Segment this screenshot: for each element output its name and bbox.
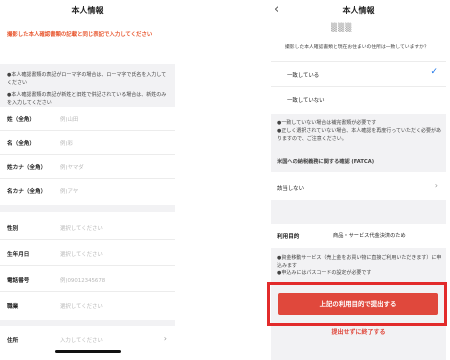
page-title: 本人情報 [342,6,375,15]
choice-label: 一致している [287,73,320,79]
fatca-heading: 米国への納税義務に関する確認 (FATCA) [277,159,375,165]
name-form-group: 姓（全角） 例)山田 名（全角） 例)彩 姓カナ（全角） 例)ヤマダ 名カナ（全… [0,107,175,205]
field-placeholder[interactable]: 例)彩 [60,139,73,147]
submit-button[interactable]: 上記の利用目的で提出する [278,293,438,315]
purpose-value: 商品・サービス代金決済のため [333,233,406,239]
field-placeholder[interactable]: 入力してください [60,336,103,344]
warning-box: 撮影した本人確認書類の記載と同じ表記で入力してください [0,22,175,64]
chevron-right-icon: › [163,334,167,343]
phone-field[interactable]: 電話番号 例)09012345678 [0,268,175,292]
right-navbar: ‹ 本人情報 [271,0,446,22]
question-text: 撮影した本人確認書類と現在お住まいの住所は一致していますか？ [285,45,429,50]
address-match-question: 撮影した本人確認書類と現在お住まいの住所は一致していますか？ 一致している ✓ … [271,36,446,114]
field-placeholder[interactable]: 例)ヤマダ [60,163,84,171]
field-label: 名カナ（全角） [7,189,47,195]
field-placeholder[interactable]: 例)山田 [60,115,78,123]
choice-label: 一致していない [287,98,325,104]
supplement-note: ●一致していない場合は補完書類が必要です ●正しく選択されていない場合、本人確認… [277,120,441,142]
checkmark-icon: ✓ [430,67,438,77]
field-label: 名（全角） [7,141,35,147]
address-field[interactable]: 住所 入力してください › [0,328,175,352]
field-placeholder[interactable]: 選択してください [60,302,103,310]
birthdate-field[interactable]: 生年月日 選択してください [0,242,175,266]
field-label: 電話番号 [7,278,30,284]
field-label: 姓（全角） [7,117,35,123]
field-placeholder[interactable]: 選択してください [60,224,103,232]
fatca-select[interactable]: 該当しない › [271,172,446,200]
masked-value: ▒▒▒ [331,23,353,32]
first-name-kana-field[interactable]: 名カナ（全角） 例)アヤ [0,179,175,203]
masked-address-row: ▒▒▒ [271,22,446,36]
field-placeholder[interactable]: 選択してください [60,250,103,258]
romaji-note: ●本人確認書類の表記がローマ字の場合は、ローマ字で氏名を入力してください [7,72,167,86]
last-name-field[interactable]: 姓（全角） 例)山田 [0,107,175,131]
left-navbar: 本人情報 [0,0,175,22]
choice-match[interactable]: 一致している ✓ [271,61,446,86]
field-label: 性別 [7,226,19,232]
fatca-value: 該当しない [277,186,304,192]
service-note: ●資金移動サービス（売上金をお買い物に直接ご利用いただきます）に申込みます ●申… [277,255,442,276]
field-placeholder[interactable]: 例)アヤ [60,187,78,195]
new-surname-note: ●本人確認書類の表記が新姓と旧姓で併記されている場合は、新姓のみを入力してくださ… [7,92,167,106]
highlight-frame: 上記の利用目的で提出する [267,282,447,326]
first-name-field[interactable]: 名（全角） 例)彩 [0,131,175,155]
page-title: 本人情報 [71,6,104,15]
field-placeholder[interactable]: 例)09012345678 [60,276,105,284]
personal-info-group: 性別 選択してください 生年月日 選択してください 電話番号 例)0901234… [0,212,175,320]
last-name-kana-field[interactable]: 姓カナ（全角） 例)ヤマダ [0,155,175,179]
field-label: 職業 [7,304,19,310]
home-indicator [55,350,121,353]
field-label: 姓カナ（全角） [7,165,47,171]
purpose-row: 利用目的 商品・サービス代金決済のため [271,224,446,248]
left-screen: 本人情報 撮影した本人確認書類の記載と同じ表記で入力してください ●本人確認書類… [0,0,175,360]
field-label: 住所 [7,338,19,344]
field-label: 生年月日 [7,252,30,258]
choice-not-match[interactable]: 一致していない [271,86,446,111]
occupation-field[interactable]: 職業 選択してください [0,294,175,318]
warning-text: 撮影した本人確認書類の記載と同じ表記で入力してください [7,32,153,38]
address-group: 住所 入力してください › [0,326,175,360]
chevron-right-icon: › [434,181,438,190]
purpose-label: 利用目的 [277,234,300,240]
exit-without-submit-link[interactable]: 提出せずに終了する [271,327,446,336]
gender-field[interactable]: 性別 選択してください [0,216,175,240]
